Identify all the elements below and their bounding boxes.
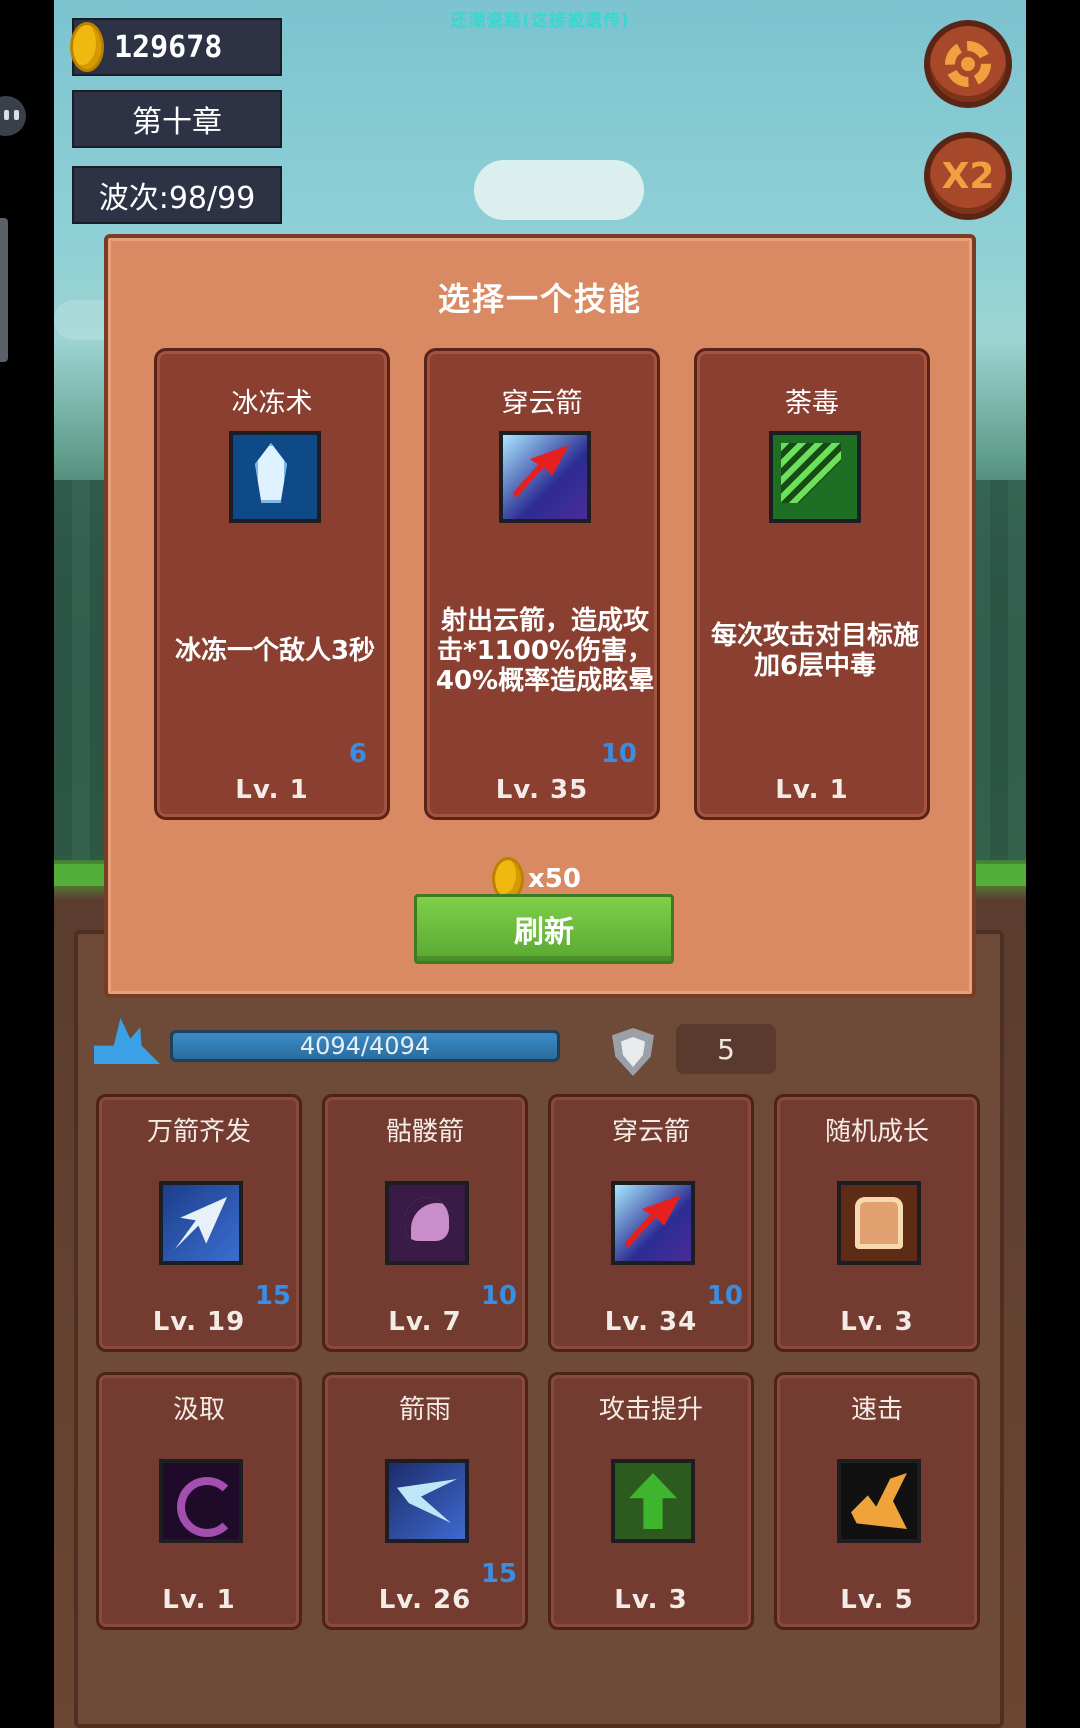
chapter-label: 第十章 xyxy=(72,90,282,148)
left-system-bar xyxy=(0,0,54,1728)
dialog-title: 选择一个技能 xyxy=(437,280,642,318)
choice-description: 射出云箭，造成攻击*1100%伤害，40%概率造成眩晕 xyxy=(435,606,655,696)
choice-level: Lv. 1 xyxy=(235,775,309,805)
skill-level: Lv. 3 xyxy=(614,1585,688,1615)
poison-icon xyxy=(769,431,861,523)
coin-icon xyxy=(70,22,104,72)
skill-level: Lv. 5 xyxy=(840,1585,914,1615)
skill-choice-card[interactable]: 冰冻术 冰冻一个敌人3秒 6 Lv. 1 xyxy=(154,348,390,820)
skill-name: 穿云箭 xyxy=(611,1117,690,1147)
choice-description: 每次攻击对目标施加6层中毒 xyxy=(710,621,919,681)
hp-text: 4094/4094 xyxy=(299,1032,431,1060)
coin-amount: 129678 xyxy=(114,29,223,65)
skull-arrow-icon xyxy=(385,1181,469,1265)
quick-strike-icon xyxy=(837,1459,921,1543)
skill-tile[interactable]: 穿云箭 10 Lv. 34 xyxy=(548,1094,754,1352)
choice-description: 冰冻一个敌人3秒 xyxy=(174,636,376,666)
hp-bar: 4094/4094 xyxy=(170,1030,560,1062)
armor-value: 5 xyxy=(676,1024,776,1074)
skill-tile[interactable]: 万箭齐发 15 Lv. 19 xyxy=(96,1094,302,1352)
attack-up-arrow-icon xyxy=(611,1459,695,1543)
skill-name: 汲取 xyxy=(172,1395,225,1425)
skill-tile[interactable]: 汲取 Lv. 1 xyxy=(96,1372,302,1630)
cloud-decoration xyxy=(474,160,644,220)
skill-name: 速击 xyxy=(850,1395,903,1425)
skill-choice-dialog: 选择一个技能 冰冻术 冰冻一个敌人3秒 6 Lv. 1 穿云箭 射出云箭，造成攻… xyxy=(104,234,976,998)
choice-count: 10 xyxy=(600,739,637,769)
skill-tile[interactable]: 速击 Lv. 5 xyxy=(774,1372,980,1630)
skill-tile[interactable]: 攻击提升 Lv. 3 xyxy=(548,1372,754,1630)
refresh-cost-amount: x50 xyxy=(528,864,581,894)
skill-tile[interactable]: 随机成长 Lv. 3 xyxy=(774,1094,980,1352)
random-growth-icon xyxy=(837,1181,921,1265)
refresh-button-label: 刷新 xyxy=(514,915,574,950)
wave-counter: 波次:98/99 xyxy=(72,166,282,224)
arrow-rain-icon xyxy=(385,1459,469,1543)
coin-counter: 129678 xyxy=(70,18,282,76)
skill-tile[interactable]: 骷髅箭 10 Lv. 7 xyxy=(322,1094,528,1352)
choice-name: 冰冻术 xyxy=(231,388,313,419)
settings-button[interactable] xyxy=(924,20,1012,108)
skill-name: 箭雨 xyxy=(398,1395,451,1425)
drain-vortex-icon xyxy=(159,1459,243,1543)
choice-name: 穿云箭 xyxy=(501,388,583,419)
speed-x2-button[interactable]: X2 xyxy=(924,132,1012,220)
skill-level: Lv. 34 xyxy=(604,1307,698,1337)
skill-tile[interactable]: 箭雨 15 Lv. 26 xyxy=(322,1372,528,1630)
side-handle[interactable] xyxy=(0,218,8,362)
gear-icon xyxy=(945,41,991,87)
choice-name: 荼毒 xyxy=(785,388,839,419)
skill-choice-card[interactable]: 穿云箭 射出云箭，造成攻击*1100%伤害，40%概率造成眩晕 10 Lv. 3… xyxy=(424,348,660,820)
skill-name: 攻击提升 xyxy=(598,1395,703,1425)
speed-label: X2 xyxy=(941,155,995,197)
cloud-piercing-arrow-icon xyxy=(611,1181,695,1265)
right-system-bar xyxy=(1026,0,1080,1728)
cloud-piercing-arrow-icon xyxy=(499,431,591,523)
choice-level: Lv. 1 xyxy=(775,775,849,805)
skill-choice-card[interactable]: 荼毒 每次攻击对目标施加6层中毒 Lv. 1 xyxy=(694,348,930,820)
skill-level: Lv. 19 xyxy=(152,1307,246,1337)
skill-level: Lv. 3 xyxy=(840,1307,914,1337)
skill-name: 万箭齐发 xyxy=(146,1117,251,1147)
assistive-float-icon[interactable] xyxy=(0,96,26,136)
ice-crystal-icon xyxy=(229,431,321,523)
skill-level: Lv. 26 xyxy=(378,1585,472,1615)
skill-name: 随机成长 xyxy=(824,1117,929,1147)
skill-level: Lv. 7 xyxy=(388,1307,462,1337)
skill-level: Lv. 1 xyxy=(162,1585,236,1615)
skill-name: 骷髅箭 xyxy=(385,1117,464,1147)
choice-count: 6 xyxy=(348,739,367,769)
refresh-button[interactable]: 刷新 xyxy=(414,894,674,964)
arrow-volley-icon xyxy=(159,1181,243,1265)
choice-level: Lv. 35 xyxy=(495,775,589,805)
